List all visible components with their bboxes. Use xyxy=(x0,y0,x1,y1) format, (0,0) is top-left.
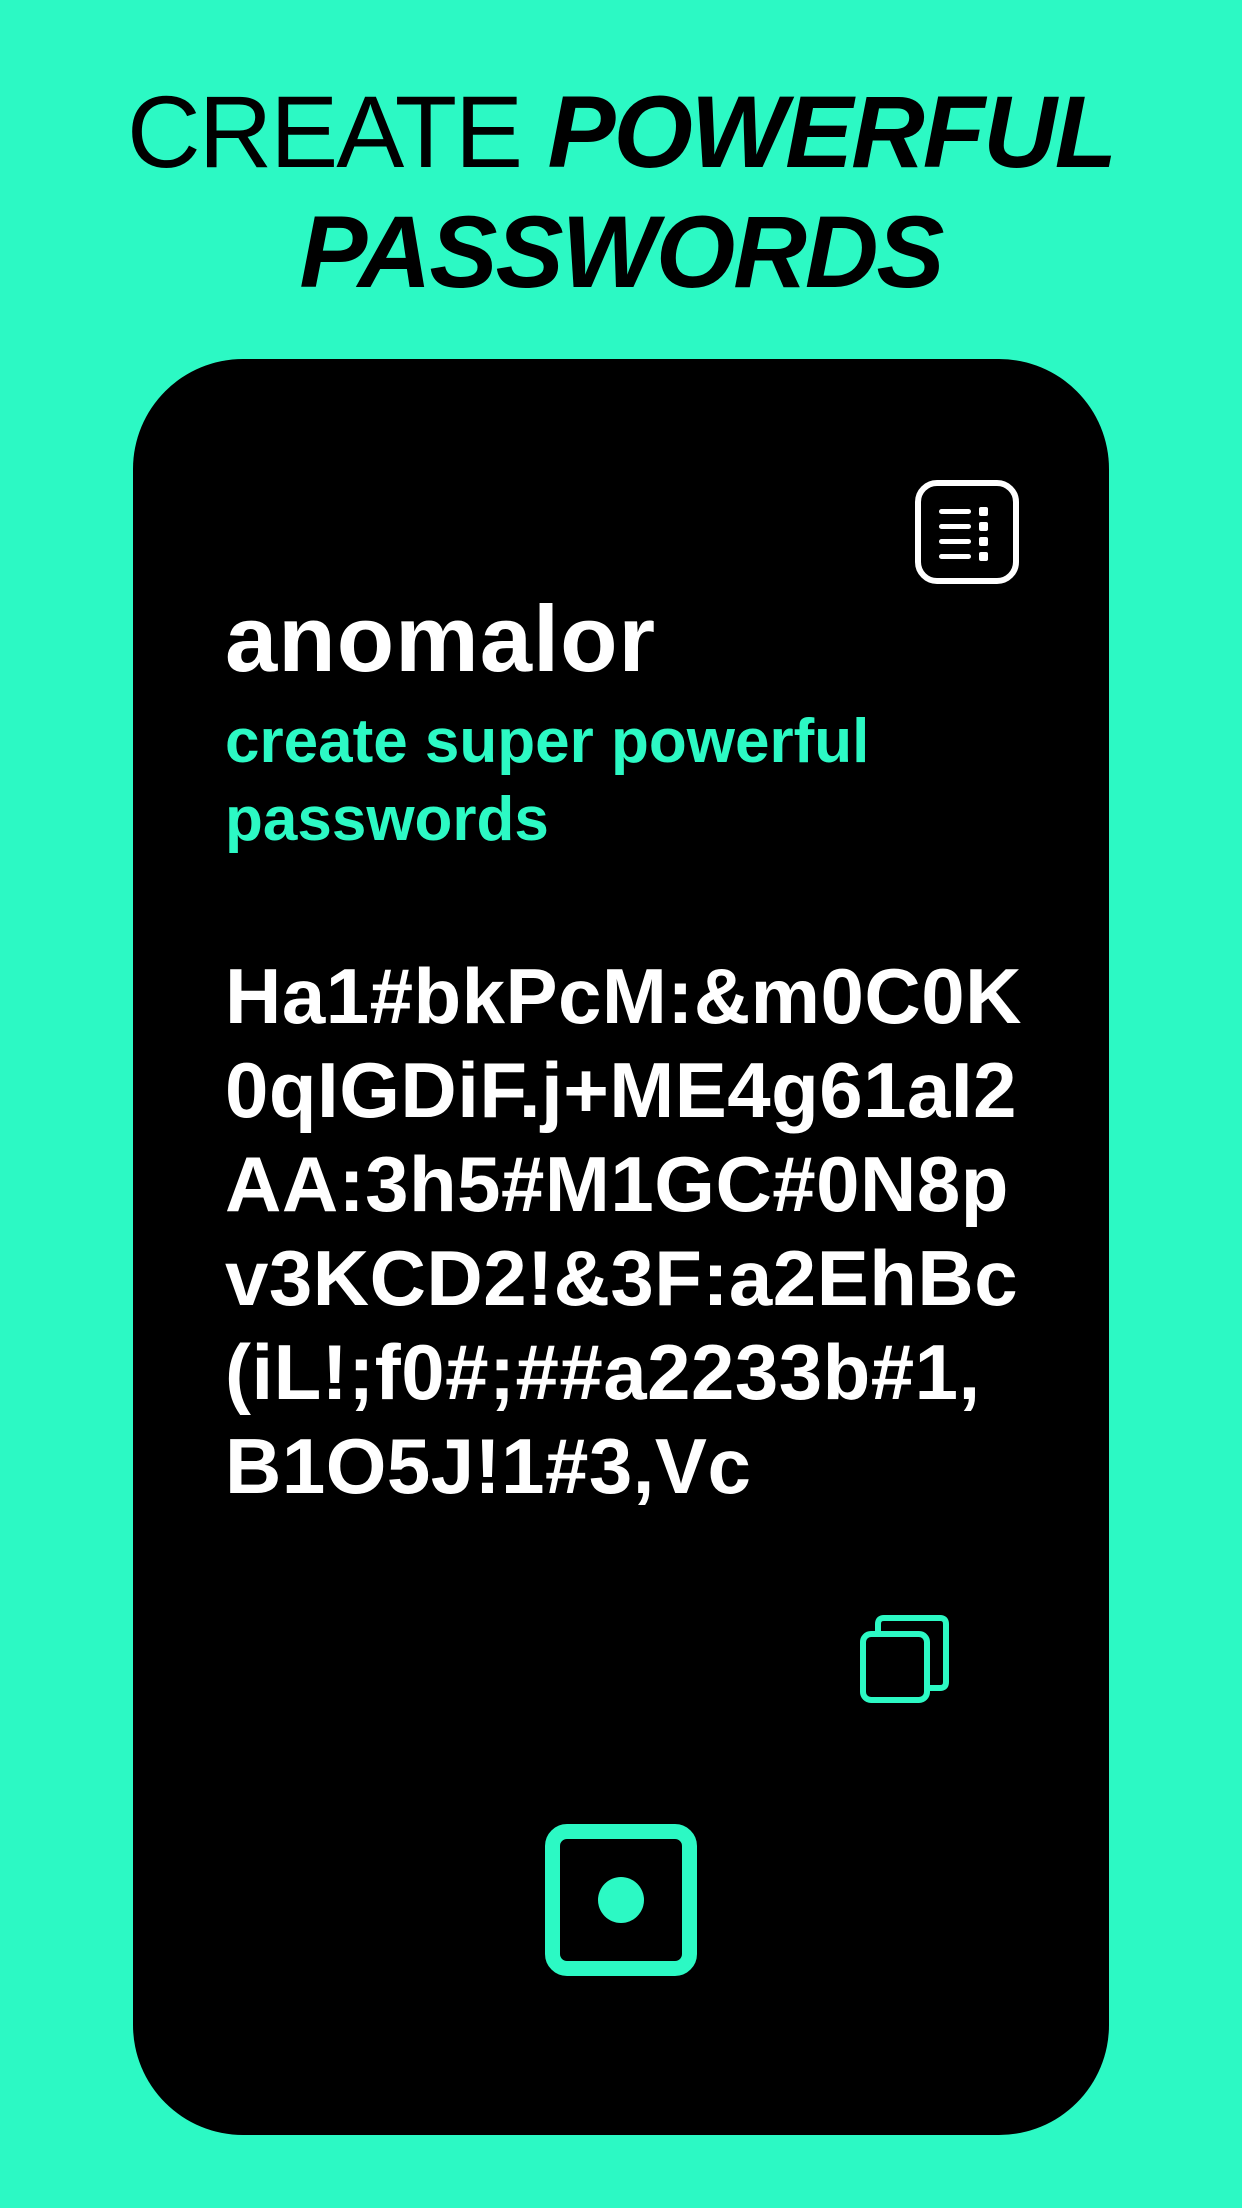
promo-headline: CREATE POWERFUL PASSWORDS xyxy=(0,72,1242,312)
generated-password: Ha1#bkPcM:&m0C0K0qIGDiF.j+ME4g61aI2AA:3h… xyxy=(225,952,1022,1510)
generate-icon xyxy=(598,1877,644,1923)
headline-line-1: CREATE POWERFUL xyxy=(0,72,1242,192)
copy-button[interactable] xyxy=(858,1614,953,1709)
menu-list-icon xyxy=(939,507,988,561)
phone-card: anomalor create super powerful passwords… xyxy=(133,359,1109,2135)
generate-button[interactable] xyxy=(545,1824,697,1976)
app-tagline: create super powerful passwords xyxy=(225,707,870,854)
headline-light-text: CREATE xyxy=(126,75,548,189)
app-name: anomalor xyxy=(225,586,657,691)
headline-strong-text: POWERFUL xyxy=(547,75,1117,189)
menu-button[interactable] xyxy=(915,480,1019,584)
copy-icon xyxy=(860,1615,949,1703)
headline-line-2: PASSWORDS xyxy=(299,195,944,309)
